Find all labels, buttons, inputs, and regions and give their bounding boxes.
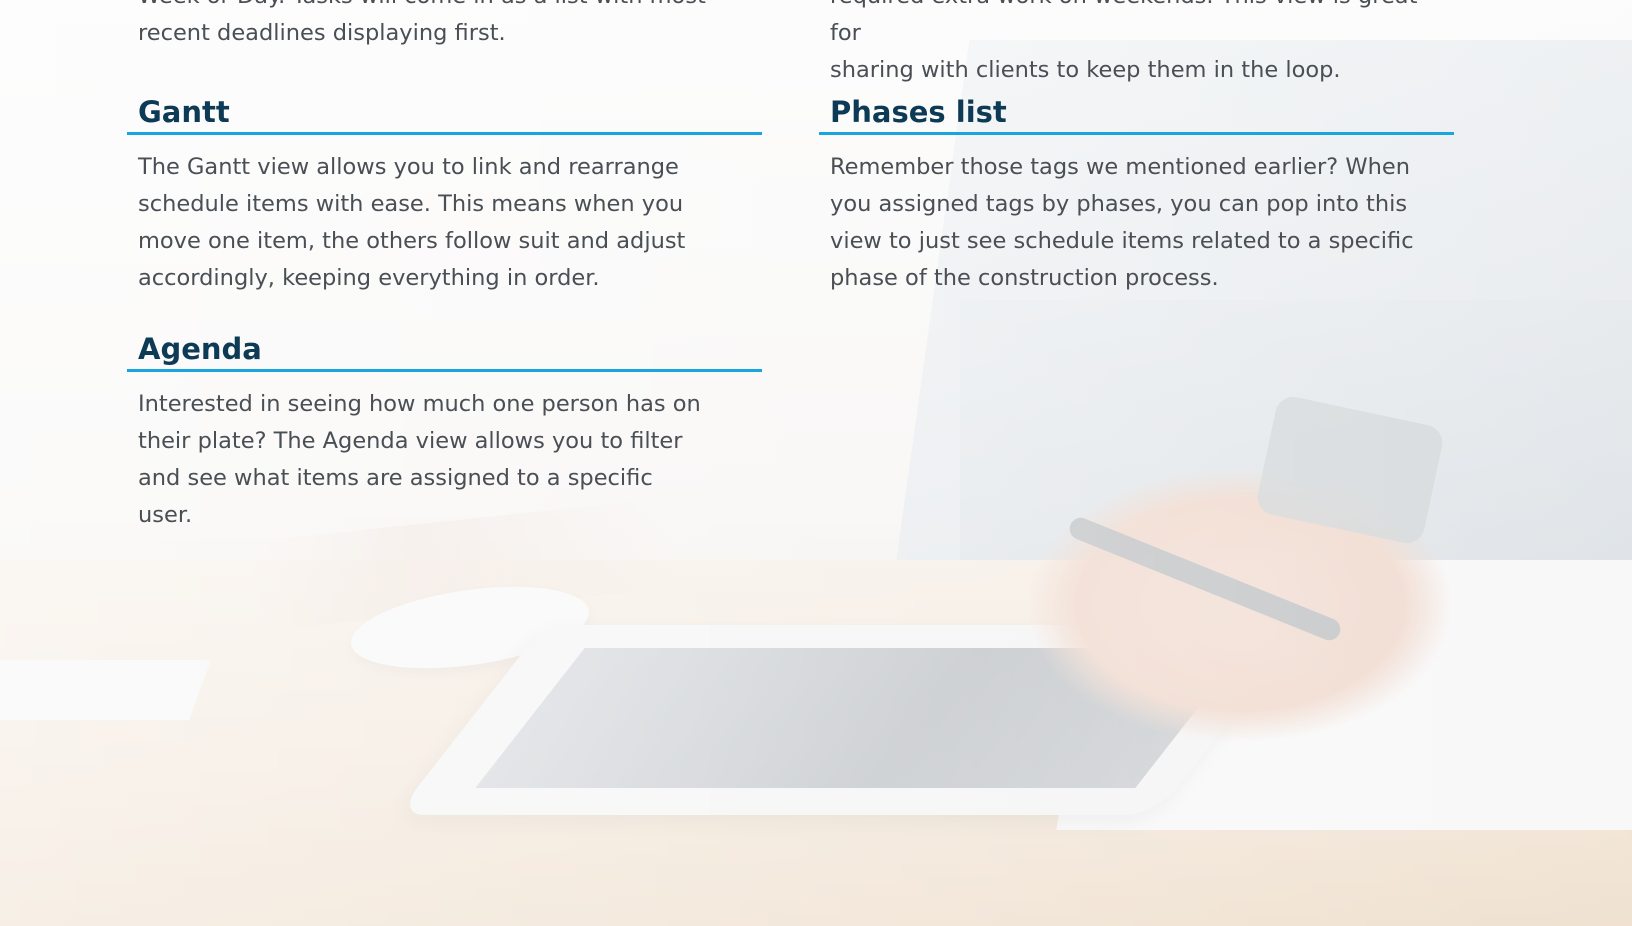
section-body-phases-list: Remember those tags we mentioned earlier… xyxy=(830,154,1414,291)
left-column-continued-text: Week or Day. Tasks will come in as a lis… xyxy=(138,0,758,52)
section-heading-gantt: Gantt xyxy=(127,94,762,135)
section-heading-phases-list: Phases list xyxy=(819,94,1454,135)
right-column-continued-text: required extra work on weekends. This vi… xyxy=(830,0,1450,89)
section-phases-list: Phases list Remember those tags we menti… xyxy=(819,94,1454,297)
left-fragment-line-1: Week or Day. Tasks will come in as a lis… xyxy=(138,0,706,9)
right-fragment-line-2: sharing with clients to keep them in the… xyxy=(830,57,1341,83)
section-heading-agenda: Agenda xyxy=(127,331,762,372)
section-body-agenda: Interested in seeing how much one person… xyxy=(138,391,701,528)
section-gantt: Gantt The Gantt view allows you to link … xyxy=(127,94,762,297)
section-body-gantt: The Gantt view allows you to link and re… xyxy=(138,154,686,291)
right-fragment-line-1: required extra work on weekends. This vi… xyxy=(830,0,1417,46)
section-agenda: Agenda Interested in seeing how much one… xyxy=(127,331,762,534)
left-fragment-line-2: recent deadlines displaying first. xyxy=(138,20,506,46)
